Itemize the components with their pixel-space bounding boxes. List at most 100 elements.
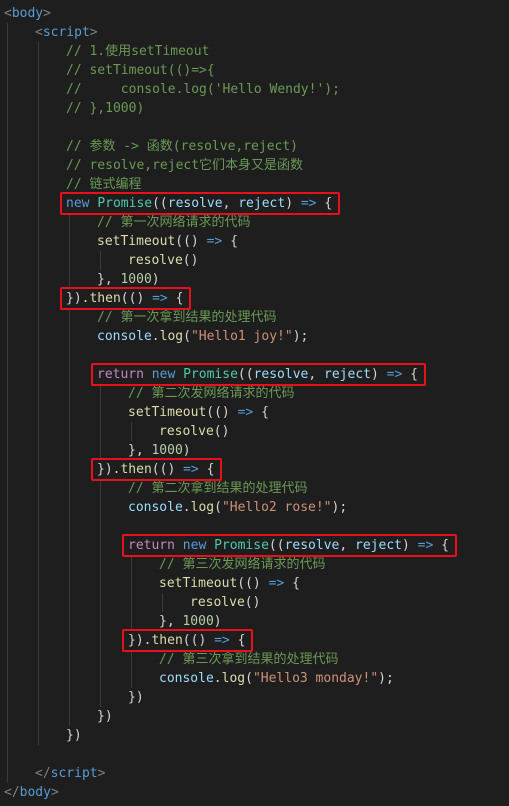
- code-line[interactable]: // },1000): [66, 99, 144, 118]
- code-line[interactable]: // resolve,reject它们本身又是函数: [66, 156, 303, 175]
- code-token: ((: [268, 538, 285, 553]
- code-line[interactable]: // 第一次拿到结果的处理代码: [97, 308, 276, 327]
- code-line[interactable]: // 第二次发网络请求的代码: [128, 384, 294, 403]
- code-line[interactable]: // 链式编程: [66, 175, 141, 194]
- code-token: {: [316, 196, 333, 211]
- code-token: ): [285, 196, 301, 211]
- code-line[interactable]: return new Promise((resolve, reject) => …: [97, 365, 418, 384]
- code-token: }).: [128, 633, 152, 648]
- code-token: // setTimeout(()=>{: [66, 63, 215, 78]
- indent-guide: [131, 650, 132, 688]
- code-token: log: [159, 329, 184, 344]
- code-token: }).: [66, 291, 90, 306]
- code-token: {: [284, 576, 300, 591]
- code-token: reject: [355, 538, 402, 553]
- code-token: >: [89, 25, 98, 40]
- code-line[interactable]: }): [66, 726, 82, 745]
- code-line[interactable]: setTimeout(() => {: [159, 574, 300, 593]
- code-line[interactable]: console.log("Hello3 monday!");: [159, 669, 394, 688]
- code-token: >: [43, 6, 51, 21]
- code-line[interactable]: }): [128, 688, 144, 707]
- code-line[interactable]: <body>: [4, 4, 51, 23]
- code-token: then: [120, 462, 152, 477]
- code-line[interactable]: // console.log('Hello Wendy!');: [66, 80, 340, 99]
- code-token: resolve: [167, 196, 223, 211]
- code-token: then: [151, 633, 183, 648]
- code-token: }): [128, 690, 144, 705]
- code-token: new: [151, 367, 184, 382]
- code-token: resolve: [284, 538, 340, 553]
- indent-guide: [7, 23, 8, 783]
- code-line[interactable]: return new Promise((resolve, reject) => …: [128, 536, 449, 555]
- code-token: <: [4, 6, 12, 21]
- code-token: ((): [237, 576, 269, 591]
- code-token: script: [50, 766, 98, 781]
- code-line[interactable]: // 参数 -> 函数(resolve,reject): [66, 137, 298, 156]
- indent-guide: [100, 251, 101, 270]
- code-line[interactable]: }).then(() => {: [97, 460, 214, 479]
- code-token: {: [433, 538, 449, 553]
- code-line[interactable]: </body>: [4, 783, 59, 802]
- code-line[interactable]: resolve(): [159, 422, 229, 441]
- code-token: =>: [417, 538, 434, 553]
- indent-guide: [162, 593, 163, 612]
- code-token: );: [331, 500, 348, 515]
- code-editor[interactable]: <body> <script>// 1.使用setTimeout// setTim…: [0, 0, 509, 806]
- code-line[interactable]: }): [97, 707, 113, 726]
- code-line[interactable]: setTimeout(() => {: [97, 232, 238, 251]
- code-line[interactable]: }).then(() => {: [128, 631, 245, 650]
- code-line[interactable]: // 1.使用setTimeout: [66, 42, 209, 61]
- code-token: setTimeout: [128, 405, 207, 420]
- indent-guide: [69, 213, 70, 289]
- indent-guide: [69, 308, 70, 726]
- code-token: console: [128, 500, 183, 515]
- code-token: =>: [386, 367, 403, 382]
- code-line[interactable]: resolve(): [190, 593, 260, 612]
- code-token: (): [182, 253, 199, 268]
- code-token: reject: [238, 196, 286, 211]
- code-token: setTimeout: [159, 576, 238, 591]
- code-token: ): [151, 272, 160, 287]
- code-line[interactable]: </script>: [35, 764, 105, 783]
- code-token: ): [182, 443, 191, 458]
- code-token: },: [128, 443, 152, 458]
- code-token: Promise: [97, 196, 153, 211]
- code-token: Promise: [214, 538, 269, 553]
- code-line[interactable]: console.log("Hello1 joy!");: [97, 327, 308, 346]
- code-line[interactable]: // 第一次网络请求的代码: [97, 213, 250, 232]
- code-token: <: [35, 25, 43, 40]
- code-line[interactable]: }, 1000): [97, 270, 160, 289]
- indent-guide: [131, 555, 132, 631]
- code-line[interactable]: // 第三次拿到结果的处理代码: [159, 650, 338, 669]
- code-token: (): [244, 595, 261, 610]
- code-token: ((): [120, 291, 153, 306]
- code-line[interactable]: // setTimeout(()=>{: [66, 61, 215, 80]
- code-line[interactable]: // 第三次发网络请求的代码: [159, 555, 325, 574]
- code-token: ((): [151, 462, 184, 477]
- code-token: (): [213, 424, 230, 439]
- code-token: 1000: [151, 443, 183, 458]
- code-line[interactable]: console.log("Hello2 rose!");: [128, 498, 347, 517]
- code-line[interactable]: <script>: [35, 23, 98, 42]
- code-token: );: [292, 329, 309, 344]
- code-line[interactable]: }, 1000): [159, 612, 222, 631]
- code-token: // 1.使用setTimeout: [66, 44, 210, 59]
- code-line[interactable]: }, 1000): [128, 441, 191, 460]
- code-token: "Hello1 joy!": [190, 329, 293, 344]
- code-line[interactable]: new Promise((resolve, reject) => {: [66, 194, 332, 213]
- code-line[interactable]: }).then(() => {: [66, 289, 183, 308]
- code-token: }): [97, 709, 113, 724]
- code-line[interactable]: // 第二次拿到结果的处理代码: [128, 479, 307, 498]
- code-token: ,: [339, 538, 356, 553]
- indent-guide: [38, 42, 39, 745]
- code-token: >: [97, 766, 106, 781]
- code-token: {: [198, 462, 215, 477]
- code-line[interactable]: setTimeout(() => {: [128, 403, 269, 422]
- code-token: (: [214, 500, 222, 515]
- code-token: =>: [183, 462, 199, 477]
- code-line[interactable]: resolve(): [128, 251, 198, 270]
- code-token: ): [213, 614, 222, 629]
- code-token: {: [229, 633, 246, 648]
